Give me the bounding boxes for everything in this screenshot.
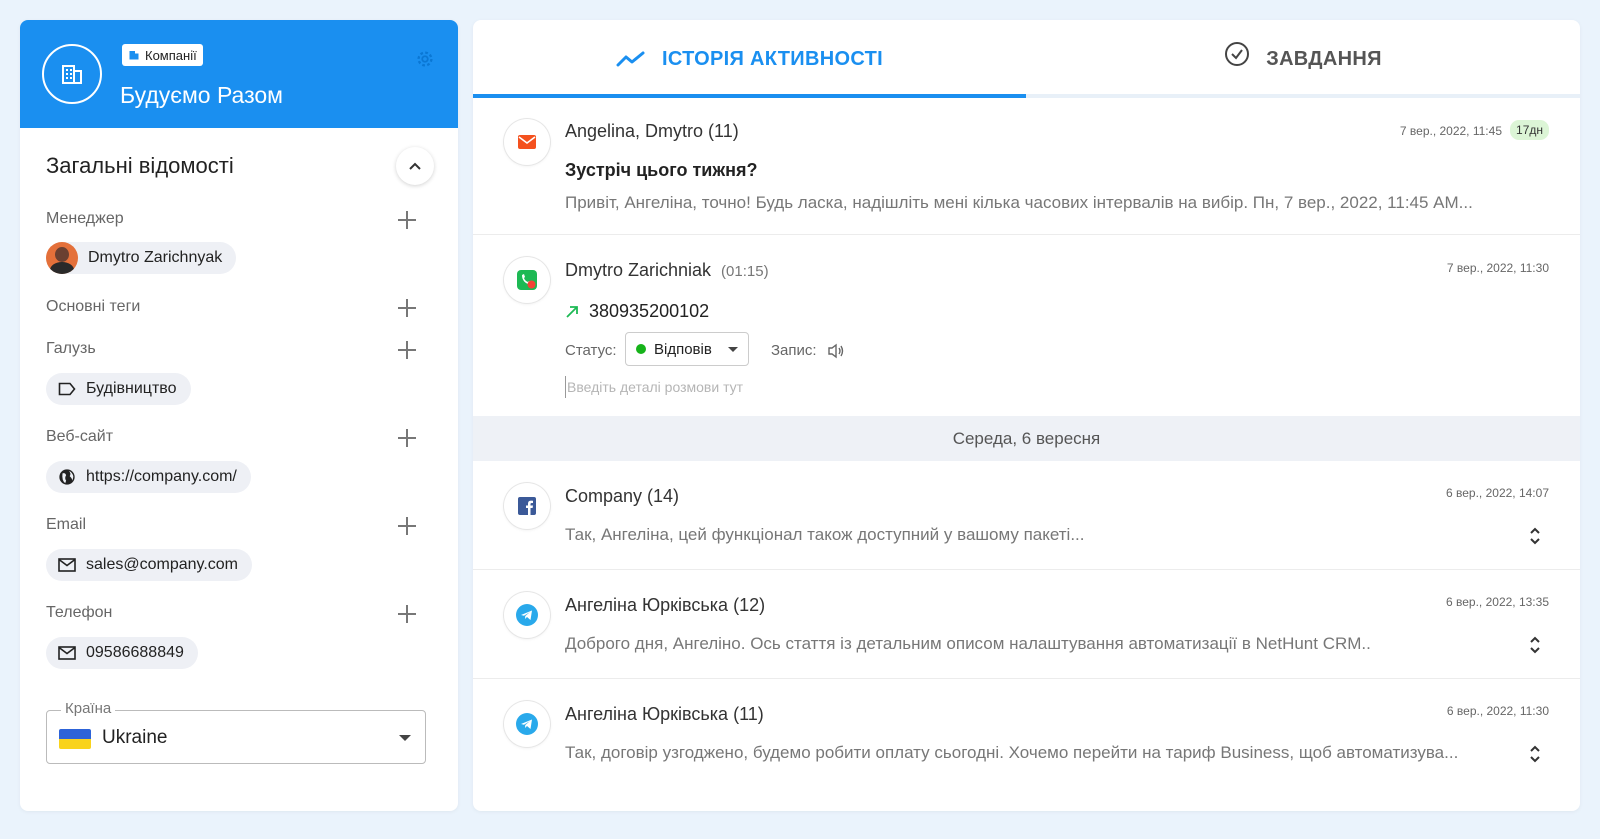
label-icon	[58, 382, 76, 396]
country-label: Країна	[61, 700, 116, 717]
expand-icon[interactable]	[1528, 743, 1542, 765]
website-chip[interactable]: https://company.com/	[46, 461, 251, 493]
add-email-button[interactable]	[396, 515, 418, 537]
message-preview: Так, Ангеліна, цей функціонал також дост…	[565, 525, 1085, 544]
mail-icon	[504, 119, 550, 165]
record-label: Запис:	[771, 342, 817, 359]
email-chip[interactable]: sales@company.com	[46, 549, 252, 581]
item-time: 7 вер., 2022, 11:45	[1399, 124, 1502, 138]
manager-label: Менеджер	[46, 210, 124, 227]
item-time: 6 вер., 2022, 13:35	[1446, 595, 1549, 609]
status-label: Статус:	[565, 342, 617, 359]
check-circle-icon	[1225, 42, 1250, 66]
phone-chip[interactable]: 09586688849	[46, 637, 198, 669]
collapse-button[interactable]	[396, 147, 434, 185]
phone-label: Телефон	[46, 604, 113, 621]
mail-icon	[58, 646, 76, 660]
call-icon	[504, 257, 550, 303]
item-title: Company (14)	[565, 486, 680, 506]
email-value: sales@company.com	[86, 556, 238, 573]
activity-item-telegram[interactable]: Ангеліна Юрківська (11) 6 вер., 2022, 11…	[473, 679, 1580, 811]
item-title: Ангеліна Юрківська (12)	[565, 595, 766, 615]
message-preview: Доброго дня, Ангеліно. Ось стаття із дет…	[565, 634, 1371, 653]
telegram-icon	[504, 592, 550, 638]
website-value: https://company.com/	[86, 468, 237, 485]
item-title: Angelina, Dmytro (11)	[565, 121, 739, 141]
record-control[interactable]: Запис:	[771, 342, 845, 359]
add-industry-button[interactable]	[396, 339, 418, 361]
company-type-badge[interactable]: Компанії	[122, 44, 203, 66]
phone-value: 09586688849	[86, 644, 184, 661]
dropdown-arrow-icon	[399, 735, 411, 741]
phone-number-text: 380935200102	[589, 301, 710, 321]
company-name: Будуємо Разом	[120, 82, 283, 108]
building-icon	[62, 65, 82, 84]
country-select[interactable]: Країна Ukraine	[46, 700, 426, 764]
outgoing-arrow-icon	[566, 305, 578, 318]
trending-icon	[616, 51, 645, 67]
email-label: Email	[46, 516, 87, 533]
caller-name: Dmytro Zarichniak	[565, 260, 712, 280]
expand-icon[interactable]	[1528, 525, 1542, 547]
mail-icon	[58, 558, 76, 572]
call-duration: (01:15)	[721, 263, 769, 280]
avatar	[46, 242, 78, 274]
phone-number[interactable]: 380935200102	[565, 301, 709, 322]
telegram-icon	[504, 701, 550, 747]
add-website-button[interactable]	[396, 427, 418, 449]
company-header: Компанії Будуємо Разом	[20, 20, 458, 128]
country-value: Ukraine	[102, 727, 168, 748]
day-separator: Середа, 6 вересня	[473, 416, 1580, 461]
dropdown-arrow-icon	[728, 347, 738, 352]
expand-icon[interactable]	[1528, 634, 1542, 656]
activity-item-facebook[interactable]: Company (14) 6 вер., 2022, 14:07 Так, Ан…	[473, 461, 1580, 570]
tab-bar: ІСТОРІЯ АКТИВНОСТІ ЗАВДАННЯ	[473, 20, 1580, 98]
tab-activity-label: ІСТОРІЯ АКТИВНОСТІ	[662, 47, 883, 70]
activity-item-email[interactable]: Angelina, Dmytro (11) 7 вер., 2022, 11:4…	[473, 98, 1580, 235]
speaker-icon	[827, 343, 843, 358]
badge-label: Компанії	[145, 47, 197, 63]
tab-tasks[interactable]: ЗАВДАННЯ	[1026, 20, 1580, 98]
ukraine-flag-icon	[59, 729, 91, 749]
status-dot	[636, 344, 646, 354]
manager-name: Dmytro Zarichnyak	[88, 249, 223, 266]
tab-activity-history[interactable]: ІСТОРІЯ АКТИВНОСТІ	[473, 20, 1026, 98]
section-title: Загальні відомості	[46, 153, 234, 178]
manager-chip[interactable]: Dmytro Zarichnyak	[46, 242, 237, 274]
activity-panel: ІСТОРІЯ АКТИВНОСТІ ЗАВДАННЯ Angelina, Dm…	[473, 20, 1580, 811]
add-phone-button[interactable]	[396, 603, 418, 625]
activity-item-telegram[interactable]: Ангеліна Юрківська (12) 6 вер., 2022, 13…	[473, 570, 1580, 679]
item-title: Ангеліна Юрківська (11)	[565, 704, 764, 724]
days-badge: 17дн	[1510, 120, 1549, 140]
gear-icon[interactable]	[414, 48, 436, 70]
industry-value: Будівництво	[86, 380, 177, 397]
tab-tasks-label: ЗАВДАННЯ	[1266, 47, 1382, 70]
industry-chip[interactable]: Будівництво	[46, 373, 191, 405]
email-subject: Зустріч цього тижня?	[565, 160, 758, 180]
globe-icon	[59, 469, 75, 485]
message-preview: Так, договір узгоджено, будемо робити оп…	[565, 743, 1459, 762]
website-label: Веб-сайт	[46, 428, 114, 445]
call-details-input[interactable]	[565, 376, 1165, 398]
add-manager-button[interactable]	[396, 209, 418, 231]
add-tag-button[interactable]	[396, 297, 418, 319]
item-time: 6 вер., 2022, 14:07	[1446, 486, 1549, 500]
building-icon	[129, 51, 139, 60]
item-time: 7 вер., 2022, 11:30	[1446, 261, 1549, 275]
facebook-icon	[504, 483, 550, 529]
status-select[interactable]: Відповів	[625, 332, 749, 366]
tags-label: Основні теги	[46, 298, 141, 315]
status-value: Відповів	[654, 340, 712, 358]
item-title: Dmytro Zarichniak (01:15)	[565, 260, 769, 281]
email-preview: Привіт, Ангеліна, точно! Будь ласка, над…	[565, 193, 1473, 212]
chevron-up-icon	[409, 162, 421, 170]
item-time: 6 вер., 2022, 11:30	[1446, 704, 1549, 718]
industry-label: Галузь	[46, 340, 96, 357]
company-avatar	[42, 44, 102, 104]
company-card: Компанії Будуємо Разом Загальні відомост…	[20, 20, 458, 811]
